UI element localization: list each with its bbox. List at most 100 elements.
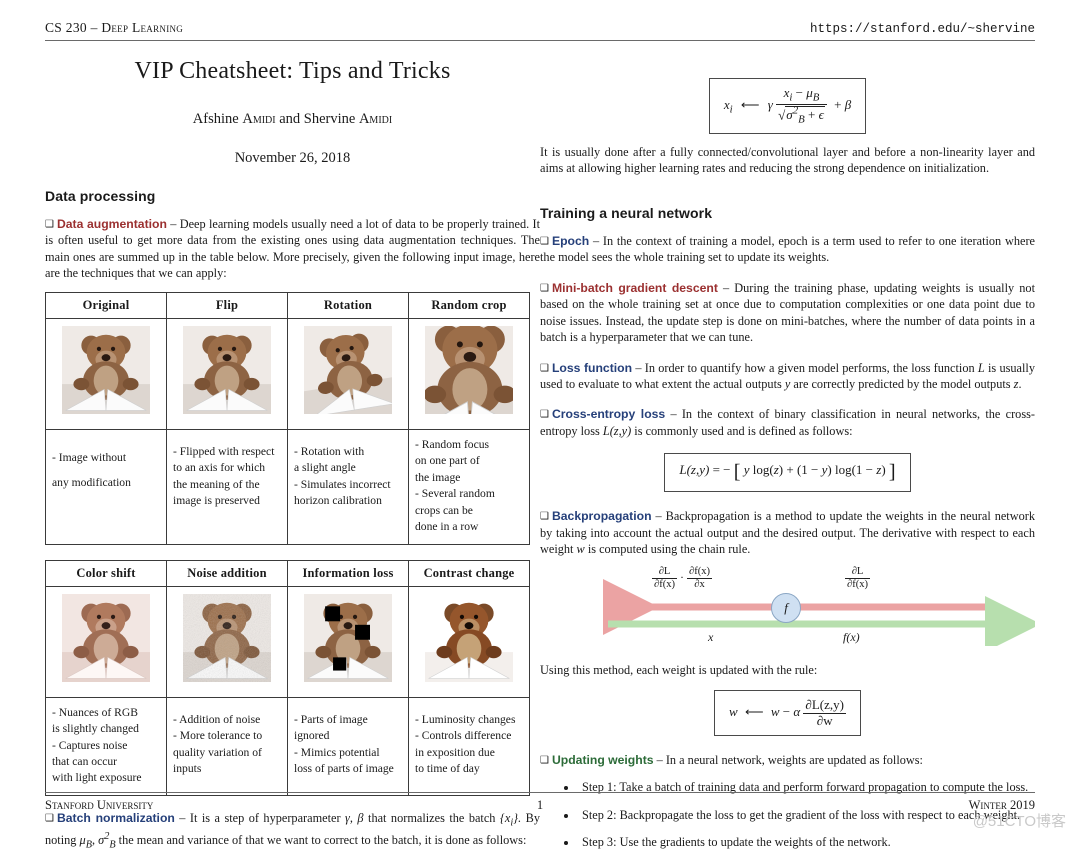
- term-loss-function: Loss function: [551, 360, 633, 375]
- bullet-square-icon: ❑: [540, 362, 549, 374]
- diagram-label-gradient: ∂L ∂f(x): [845, 566, 871, 591]
- bp-symbol-w: w: [576, 542, 585, 557]
- desc-line: done in a row: [415, 520, 479, 534]
- batchnorm-formula-box: xi ⟵ γ xi − μB √σ2B + ϵ + β: [708, 78, 867, 134]
- bullet-square-icon: ❑: [540, 409, 549, 421]
- desc-line: that can occur: [52, 754, 118, 768]
- table-header-row: Original Flip Rotation Random crop: [45, 291, 530, 319]
- paragraph-updating-weights-body: – In a neural network, weights are updat…: [656, 753, 923, 768]
- term-epoch: Epoch: [551, 233, 590, 248]
- desc-line: - Captures noise: [52, 738, 128, 752]
- cross-entropy-formula-box: L(z,y) = − [ y log(z) + (1 − y) log(1 − …: [664, 453, 911, 493]
- desc-line: - Controls difference: [415, 729, 512, 743]
- cross-entropy-formula-wrapper: L(z,y) = − [ y log(z) + (1 − y) log(1 − …: [540, 453, 1035, 493]
- frac-num: ∂L: [652, 566, 678, 579]
- diagram-label-chain-rule: ∂L ∂f(x) · ∂f(x) ∂x: [652, 565, 713, 591]
- table1-desc-0: - Image without any modification: [45, 428, 167, 545]
- desc-line: the meaning of the: [173, 477, 260, 491]
- paragraph-updating-weights: ❑ Updating weights – In a neural network,…: [540, 752, 1035, 768]
- header-course-title: CS 230 – Deep Learning: [45, 20, 184, 35]
- bullet-square-icon: ❑: [540, 511, 549, 523]
- augmentation-table-1: Original Flip Rotation Random crop - Ima…: [45, 291, 533, 545]
- table2-desc-1: - Addition of noise - More tolerance to …: [166, 696, 288, 796]
- paragraph-update-rule-intro: Using this method, each weight is update…: [540, 662, 818, 677]
- table1-image-random-crop: [407, 311, 533, 437]
- frac-den: ∂f(x): [847, 578, 869, 590]
- footer-institution: Stanford University: [45, 798, 154, 812]
- loss-body-3: are correctly predicted by the model out…: [790, 376, 1014, 391]
- bullet-square-icon: ❑: [540, 235, 549, 247]
- ce-body-2: is commonly used and is defined as follo…: [631, 423, 853, 438]
- desc-line: - Image without: [52, 450, 127, 464]
- desc-line: - Mimics potential: [294, 745, 380, 759]
- table-description-row: - Nuances of RGB is slightly changed - C…: [45, 696, 530, 796]
- desc-spacer: [52, 466, 160, 475]
- table2-desc-2: - Parts of image ignored - Mimics potent…: [287, 696, 409, 796]
- desc-line: - Random focus: [415, 437, 490, 451]
- term-backpropagation: Backpropagation: [551, 509, 652, 524]
- term-data-augmentation: Data augmentation: [56, 217, 167, 231]
- header-url[interactable]: https://stanford.edu/~shervine: [810, 22, 1035, 36]
- desc-line: in exposition due: [415, 745, 495, 759]
- table1-header-1: Flip: [166, 291, 288, 319]
- desc-line: - More tolerance to: [173, 729, 263, 743]
- function-node-f: f: [771, 592, 801, 623]
- publication-date: November 26, 2018: [234, 150, 351, 166]
- paragraph-epoch-body: – In the context of training a model, ep…: [540, 233, 1035, 265]
- paragraph-batchnorm-note: It is usually done after a fully connect…: [540, 144, 1035, 176]
- desc-line: horizon calibration: [294, 494, 382, 508]
- table-image-row: [45, 307, 533, 443]
- right-column: xi ⟵ γ xi − μB √σ2B + ϵ + β It is usuall…: [540, 78, 1041, 862]
- table1-image-original: [45, 317, 167, 430]
- desc-line: with light exposure: [52, 771, 142, 785]
- table-header-row: Color shift Noise addition Information l…: [45, 559, 530, 587]
- desc-line: the image: [415, 470, 461, 484]
- steps-list: Step 1: Take a batch of training data an…: [540, 779, 1035, 851]
- teddy-bear-image-rotation: [285, 307, 413, 443]
- table1-desc-2: - Rotation with a slight angle - Simulat…: [287, 428, 409, 545]
- bullet-square-icon: ❑: [540, 282, 549, 294]
- watermark: @51CTO博客: [972, 813, 1066, 830]
- frac-num: ∂f(x): [687, 565, 713, 579]
- loss-symbol-L: L: [977, 360, 985, 375]
- table2-image-contrast-change: [408, 585, 530, 698]
- table-description-row: - Image without any modification - Flipp…: [45, 428, 530, 545]
- term-cross-entropy-loss: Cross-entropy loss: [551, 407, 666, 422]
- table1-header-3: Random crop: [408, 291, 530, 319]
- section-heading-training-nn: Training a neural network: [540, 204, 713, 221]
- table1-header-2: Rotation: [287, 291, 409, 319]
- term-updating-weights: Updating weights: [551, 753, 654, 768]
- section-heading-data-processing: Data processing: [45, 188, 156, 204]
- desc-line: - Nuances of RGB: [52, 705, 138, 719]
- table2-image-information-loss: [287, 585, 409, 698]
- table2-header-0: Color shift: [45, 559, 167, 587]
- desc-line: a slight angle: [294, 461, 356, 475]
- frac-num: ∂L(z,y): [803, 697, 846, 714]
- teddy-bear-image-color-shift: [62, 593, 150, 682]
- page-number: 1: [536, 798, 544, 812]
- desc-line: loss of parts of image: [294, 761, 394, 775]
- page-header: CS 230 – Deep Learning https://stanford.…: [45, 20, 1035, 41]
- frac-den: ∂w: [816, 712, 833, 728]
- list-item: Step 3: Use the gradients to update the …: [578, 834, 1035, 851]
- left-column: Data processing ❑ Data augmentation – Dee…: [45, 188, 540, 862]
- table2-image-color-shift: [45, 585, 167, 698]
- teddy-bear-image-random-crop: [407, 311, 533, 437]
- desc-line: - Simulates incorrect: [294, 477, 391, 491]
- augmentation-table-2: Color shift Noise addition Information l…: [45, 559, 530, 796]
- desc-line: to an axis for which: [173, 461, 266, 475]
- bp-body-2: is computed using the chain rule.: [584, 542, 751, 557]
- diagram-label-fx: f(x): [843, 629, 860, 644]
- desc-line: - Parts of image: [294, 712, 368, 726]
- bullet-square-icon: ❑: [45, 812, 54, 824]
- frac-den: ∂x: [694, 578, 705, 590]
- frac-num: ∂L: [845, 566, 871, 579]
- update-rule-formula-box: w ⟵ w − α ∂L(z,y) ∂w: [714, 690, 861, 737]
- page-footer: Stanford University 1 Winter 2019: [45, 792, 1035, 813]
- table1-desc-1: - Flipped with respect to an axis for wh…: [166, 428, 288, 545]
- paragraph-backpropagation: ❑ Backpropagation – Backpropagation is a …: [540, 508, 1035, 557]
- bullet-square-icon: ❑: [45, 219, 54, 230]
- batchnorm-formula-wrapper: xi ⟵ γ xi − μB √σ2B + ϵ + β: [540, 78, 1035, 134]
- ce-symbol: L(z,y): [602, 423, 632, 438]
- teddy-bear-image-contrast-change: [425, 593, 513, 682]
